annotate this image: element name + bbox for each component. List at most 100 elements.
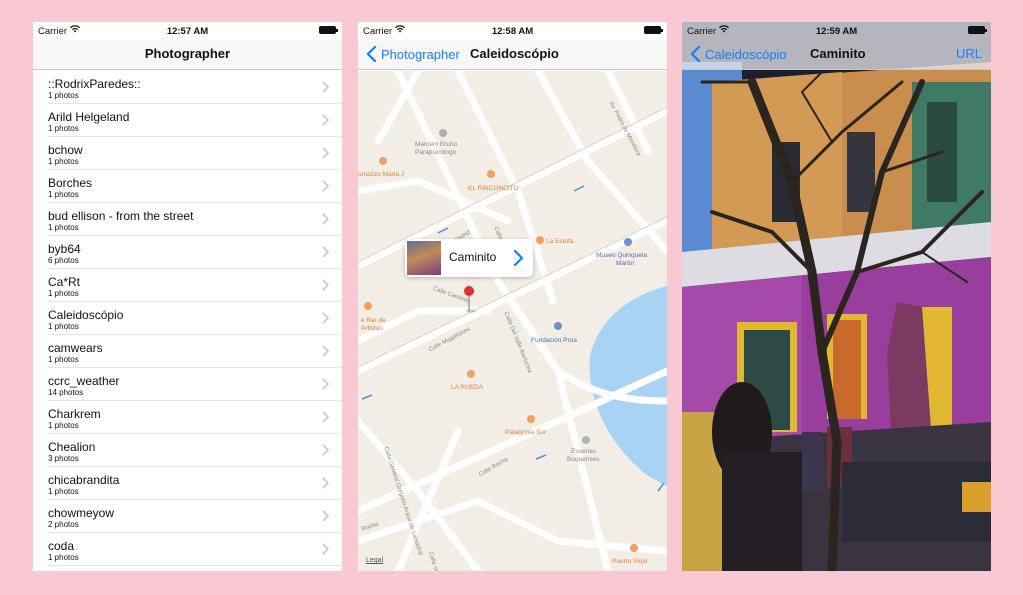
chevron-left-icon [366,46,377,62]
photo-count: 1 photos [48,289,79,298]
map-poi-label[interactable]: Artistas [361,325,383,332]
table-row[interactable]: coda 1 photos [48,533,342,566]
nav-title: Caleidoscópio [470,46,559,61]
table-row[interactable]: Borches 1 photos [48,170,342,203]
back-button[interactable]: Caleidoscópio [690,46,787,62]
photographer-name: chowmeyow [48,506,115,520]
table-row[interactable]: chowmeyow 2 photos [48,500,342,533]
legal-link[interactable]: Legal [366,557,383,564]
disclosure-chevron-icon [322,246,329,258]
map-poi-label[interactable]: Fundación Proa [531,337,577,344]
disclosure-chevron-icon [322,411,329,423]
photo-screen: Carrier 12:59 AM Caleidoscópio Caminito … [682,22,991,571]
photo-count: 1 photos [48,553,79,562]
table-row[interactable]: camwears 1 photos [48,335,342,368]
map-poi-label[interactable]: Boquenses [567,456,600,463]
photographer-name: Ca*Rt [48,275,81,289]
back-button[interactable]: Photographer [366,46,460,62]
photographer-table[interactable]: ::RodrixParedes:: 1 photos Arild Helgeland… [33,71,342,571]
photo-count: 1 photos [48,157,79,166]
table-row[interactable]: bchow 1 photos [48,137,342,170]
callout-title: Caminito [449,250,497,264]
battery-icon [319,26,338,34]
photographer-name: bud ellison - from the street [48,209,194,223]
disclosure-chevron-icon [322,279,329,291]
photographer-name: coda [48,539,75,553]
photo-count: 3 photos [48,454,79,463]
photo-count: 1 photos [48,190,79,199]
clock: 12:58 AM [491,26,534,37]
photo-image[interactable] [682,22,991,571]
photo-count: 6 photos [48,256,79,265]
table-row[interactable]: ccrc_weather 14 photos [48,368,342,401]
chevron-right-icon[interactable] [513,249,524,267]
annotation-callout[interactable]: Caminito [405,239,533,277]
clock: 12:59 AM [815,26,858,37]
map-poi-label[interactable]: Puerto Viejo [612,558,647,565]
table-row[interactable]: byb64 6 photos [48,236,342,269]
photo-count: 1 photos [48,421,79,430]
disclosure-chevron-icon [322,510,329,522]
navigation-bar: Caleidoscópio Caminito URL [682,40,991,70]
table-row[interactable]: ::RodrixParedes:: 1 photos [48,71,342,104]
battery-icon [644,26,663,34]
photographer-name: ::RodrixParedes:: [48,77,141,91]
photographer-name: Chealion [48,440,96,454]
photographer-name: Arild Helgeland [48,110,130,124]
battery-icon [968,26,987,34]
photo-count: 14 photos [48,388,84,397]
status-bar: Carrier 12:59 AM [682,22,991,40]
map-poi-label[interactable]: Marcelo Bruno [415,141,457,148]
map-poi-label[interactable]: Escenas [571,448,596,455]
status-bar: Carrier 12:58 AM [358,22,667,40]
disclosure-chevron-icon [322,180,329,192]
map-poi-label[interactable]: La Estufa [546,238,573,245]
photographer-name: Caleidoscópio [48,308,124,322]
table-row[interactable]: Crawford Price [48,566,342,571]
photographer-name: ccrc_weather [48,374,120,388]
table-row[interactable]: Charkrem 1 photos [48,401,342,434]
map-poi-label[interactable]: EL RINCONCITO [468,185,519,192]
table-row[interactable]: bud ellison - from the street 1 photos [48,203,342,236]
photographer-name: Borches [48,176,93,190]
photographer-name: camwears [48,341,103,355]
table-row[interactable]: Chealion 3 photos [48,434,342,467]
table-row[interactable]: Ca*Rt 1 photos [48,269,342,302]
photographer-name: Charkrem [48,407,101,421]
table-row[interactable]: Arild Helgeland 1 photos [48,104,342,137]
photographer-name: bchow [48,143,83,157]
disclosure-chevron-icon [322,477,329,489]
nav-title: Photographer [144,46,231,61]
status-bar: Carrier 12:57 AM [33,22,342,40]
map-view[interactable]: Marcelo Bruno Parapsicólogo omazzo María J… [358,71,667,571]
back-button-label: Photographer [381,46,460,62]
photo-count: 1 photos [48,124,79,133]
disclosure-chevron-icon [322,147,329,159]
photo-count: 1 photos [48,322,79,331]
disclosure-chevron-icon [322,345,329,357]
back-button-label: Caleidoscópio [705,46,787,62]
disclosure-chevron-icon [322,81,329,93]
photographer-name: byb64 [48,242,81,256]
disclosure-chevron-icon [322,378,329,390]
disclosure-chevron-icon [322,444,329,456]
table-row[interactable]: chicabrandita 1 photos [48,467,342,500]
map-poi-label[interactable]: e Bar de [361,317,386,324]
table-row[interactable]: Caleidoscópio 1 photos [48,302,342,335]
photo-count: 1 photos [48,91,79,100]
map-poi-label[interactable]: Patagonia Sur [505,429,546,436]
map-poi-label[interactable]: omazzo María J [358,171,404,178]
map-poi-label[interactable]: Parapsicólogo [415,149,456,156]
url-button[interactable]: URL [956,46,982,61]
photo-count: 1 photos [48,355,79,364]
map-poi-label[interactable]: LA RUEDA [451,384,483,391]
clock: 12:57 AM [166,26,209,37]
map-poi-label[interactable]: Martín [616,260,634,267]
map-screen: Carrier 12:58 AM Photographer Caleidoscó… [358,22,667,571]
map-poi-label[interactable]: Museo Quinquela [596,252,647,259]
photo-count: 2 photos [48,520,79,529]
nav-title: Caminito [810,46,866,61]
chevron-left-icon [690,46,701,62]
disclosure-chevron-icon [322,213,329,225]
photo-count: 1 photos [48,487,79,496]
